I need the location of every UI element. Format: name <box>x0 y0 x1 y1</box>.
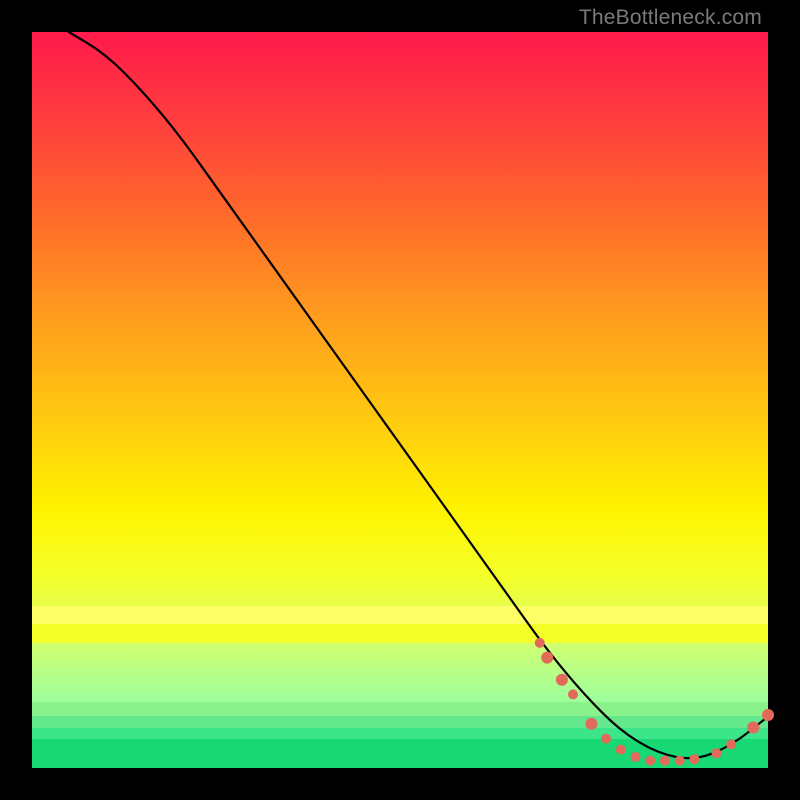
marker-dot <box>541 652 553 664</box>
marker-dot <box>660 756 670 766</box>
marker-dot <box>762 709 774 721</box>
marker-dot <box>675 756 685 766</box>
curve-markers <box>535 638 774 766</box>
marker-dot <box>601 734 611 744</box>
marker-dot <box>535 638 545 648</box>
marker-dot <box>585 718 597 730</box>
marker-dot <box>689 754 699 764</box>
marker-dot <box>712 748 722 758</box>
chart-svg <box>32 32 768 768</box>
watermark-text: TheBottleneck.com <box>579 6 762 30</box>
plot-area <box>32 32 768 768</box>
marker-dot <box>645 756 655 766</box>
marker-dot <box>726 739 736 749</box>
bottleneck-curve <box>69 32 768 758</box>
marker-dot <box>568 689 578 699</box>
marker-dot <box>616 745 626 755</box>
marker-dot <box>747 722 759 734</box>
marker-dot <box>631 752 641 762</box>
marker-dot <box>556 674 568 686</box>
chart-frame: TheBottleneck.com <box>0 0 800 800</box>
